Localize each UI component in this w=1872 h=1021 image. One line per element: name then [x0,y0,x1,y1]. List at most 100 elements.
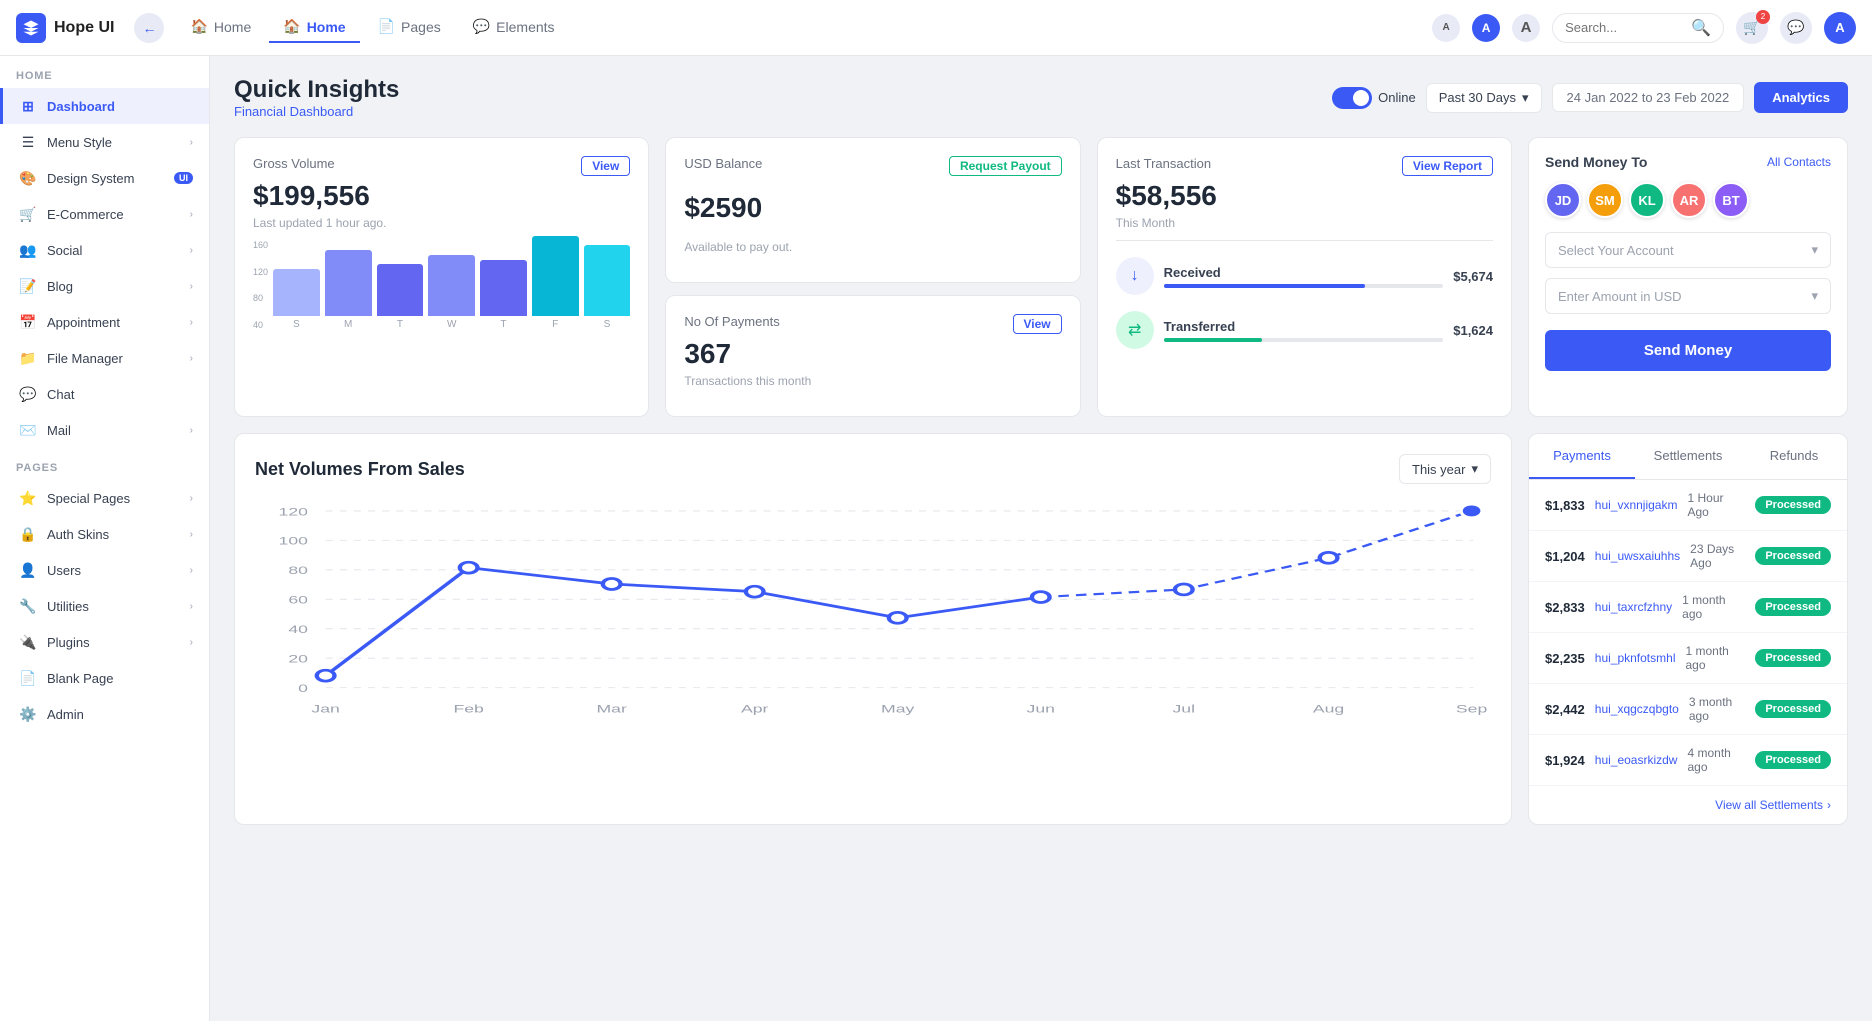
contact-avatar-2[interactable]: SM [1587,182,1623,218]
gross-volume-card: Gross Volume View $199,556 Last updated … [234,137,649,417]
sidebar-item-dashboard[interactable]: ⊞ Dashboard [0,88,209,124]
menu-style-icon: ☰ [19,133,37,151]
last-transaction-card: Last Transaction View Report $58,556 Thi… [1097,137,1512,417]
bar-x-label: T [397,319,403,330]
payments-card: Payments Settlements Refunds $1,833 hui_… [1528,433,1848,825]
page-title-area: Quick Insights Financial Dashboard [234,76,399,119]
select-account-label: Select Your Account [1558,243,1674,258]
line-chart-svg: 120 100 80 60 40 20 0 [255,500,1491,740]
enter-amount-field[interactable]: Enter Amount in USD ▾ [1545,278,1831,314]
blank-page-icon: 📄 [19,669,37,687]
payment-id[interactable]: hui_taxrcfzhny [1595,600,1672,614]
admin-icon: ⚙️ [19,705,37,723]
chevron-down-icon: ▾ [1522,90,1529,106]
sidebar-item-mail[interactable]: ✉️ Mail › [0,412,209,448]
request-payout-link[interactable]: Request Payout [949,156,1062,176]
gross-volume-view-link[interactable]: View [581,156,630,176]
payments-view-link[interactable]: View [1013,314,1062,334]
sidebar-item-blank-page[interactable]: 📄 Blank Page [0,660,209,696]
back-button[interactable]: ← [134,13,164,43]
page-header: Quick Insights Financial Dashboard Onlin… [234,76,1848,119]
usd-balance-sub: Available to pay out. [684,240,1061,254]
font-small-btn[interactable]: A [1432,14,1460,42]
sidebar-item-blog[interactable]: 📝 Blog › [0,268,209,304]
analytics-button[interactable]: Analytics [1754,82,1848,113]
contact-avatar-1[interactable]: JD [1545,182,1581,218]
svg-text:120: 120 [279,506,308,518]
bar-x-label: S [604,319,611,330]
contact-avatar-5[interactable]: BT [1713,182,1749,218]
sidebar-item-chat[interactable]: 💬 Chat [0,376,209,412]
nav-tab-elements[interactable]: 💬 Elements [459,12,569,43]
payment-id[interactable]: hui_xqgczqbgto [1595,702,1679,716]
bar [480,260,527,316]
sidebar-item-appointment[interactable]: 📅 Appointment › [0,304,209,340]
online-toggle[interactable] [1332,87,1372,109]
svg-text:Jul: Jul [1172,704,1195,716]
payments-header: No Of Payments View [684,314,1061,334]
font-medium-btn[interactable]: A [1472,14,1500,42]
font-large-btn[interactable]: A [1512,14,1540,42]
contact-avatar-4[interactable]: AR [1671,182,1707,218]
payment-amount: $1,833 [1545,498,1585,513]
date-range: 24 Jan 2022 to 23 Feb 2022 [1552,83,1745,112]
sidebar-item-utilities[interactable]: 🔧 Utilities › [0,588,209,624]
nav-tab-home-1[interactable]: 🏠 Home [176,12,265,43]
sidebar-item-plugins[interactable]: 🔌 Plugins › [0,624,209,660]
sidebar-item-menu-style[interactable]: ☰ Menu Style › [0,124,209,160]
chart-period-dropdown[interactable]: This year ▾ [1399,454,1491,484]
received-row: ↓ Received $5,674 [1116,249,1493,303]
tab-settlements[interactable]: Settlements [1635,434,1741,479]
nav-tab-home-2[interactable]: 🏠 Home [269,12,359,43]
top-grid: Gross Volume View $199,556 Last updated … [234,137,1848,417]
sidebar-item-label: Blog [47,279,180,294]
sidebar-item-ecommerce[interactable]: 🛒 E-Commerce › [0,196,209,232]
tab-payments[interactable]: Payments [1529,434,1635,479]
mail-icon: ✉️ [19,421,37,439]
payment-row: $2,442 hui_xqgczqbgto 3 month ago Proces… [1529,684,1847,735]
sidebar-item-auth-skins[interactable]: 🔒 Auth Skins › [0,516,209,552]
chevron-right-icon: › [190,493,193,504]
view-report-link[interactable]: View Report [1402,156,1493,176]
payment-row: $1,833 hui_vxnnjigakm 1 Hour Ago Process… [1529,480,1847,531]
tab-refunds[interactable]: Refunds [1741,434,1847,479]
period-dropdown[interactable]: Past 30 Days ▾ [1426,83,1542,113]
payments-sub: Transactions this month [684,374,1061,388]
chevron-right-icon: › [190,565,193,576]
sidebar-item-file-manager[interactable]: 📁 File Manager › [0,340,209,376]
received-bar-fill [1164,284,1365,288]
design-icon: 🎨 [19,169,37,187]
cart-icon-btn[interactable]: 🛒 2 [1736,12,1768,44]
payment-id[interactable]: hui_eoasrkizdw [1595,753,1678,767]
sidebar-item-special-pages[interactable]: ⭐ Special Pages › [0,480,209,516]
nav-tab-pages[interactable]: 📄 Pages [364,12,455,43]
sidebar-item-admin[interactable]: ⚙️ Admin [0,696,209,732]
nav-tabs: 🏠 Home 🏠 Home 📄 Pages 💬 Elements [176,12,568,43]
bar-column: W [428,255,475,330]
svg-text:20: 20 [288,654,308,666]
svg-text:May: May [881,704,915,716]
balance-payments-col: USD Balance Request Payout $2590 Availab… [665,137,1080,417]
svg-text:40: 40 [288,624,308,636]
payment-id[interactable]: hui_vxnnjigakm [1595,498,1678,512]
chevron-down-icon: ▾ [1811,242,1818,258]
send-money-button[interactable]: Send Money [1545,330,1831,371]
payment-id[interactable]: hui_pknfotsmhl [1595,651,1676,665]
send-money-title: Send Money To [1545,154,1647,170]
transferred-icon: ⇄ [1116,311,1154,349]
search-input[interactable] [1565,20,1685,35]
view-all-settlements[interactable]: View all Settlements › [1529,786,1847,824]
app-name: Hope UI [54,19,114,37]
select-account-field[interactable]: Select Your Account ▾ [1545,232,1831,268]
sidebar-item-design-system[interactable]: 🎨 Design System UI [0,160,209,196]
svg-text:0: 0 [298,683,308,695]
payment-id[interactable]: hui_uwsxaiuhhs [1595,549,1680,563]
chat-icon-btn[interactable]: 💬 [1780,12,1812,44]
contact-avatar-3[interactable]: KL [1629,182,1665,218]
user-avatar[interactable]: A [1824,12,1856,44]
bar-column: S [273,269,320,330]
sidebar-item-social[interactable]: 👥 Social › [0,232,209,268]
all-contacts-link[interactable]: All Contacts [1767,155,1831,169]
payment-amount: $2,442 [1545,702,1585,717]
sidebar-item-users[interactable]: 👤 Users › [0,552,209,588]
